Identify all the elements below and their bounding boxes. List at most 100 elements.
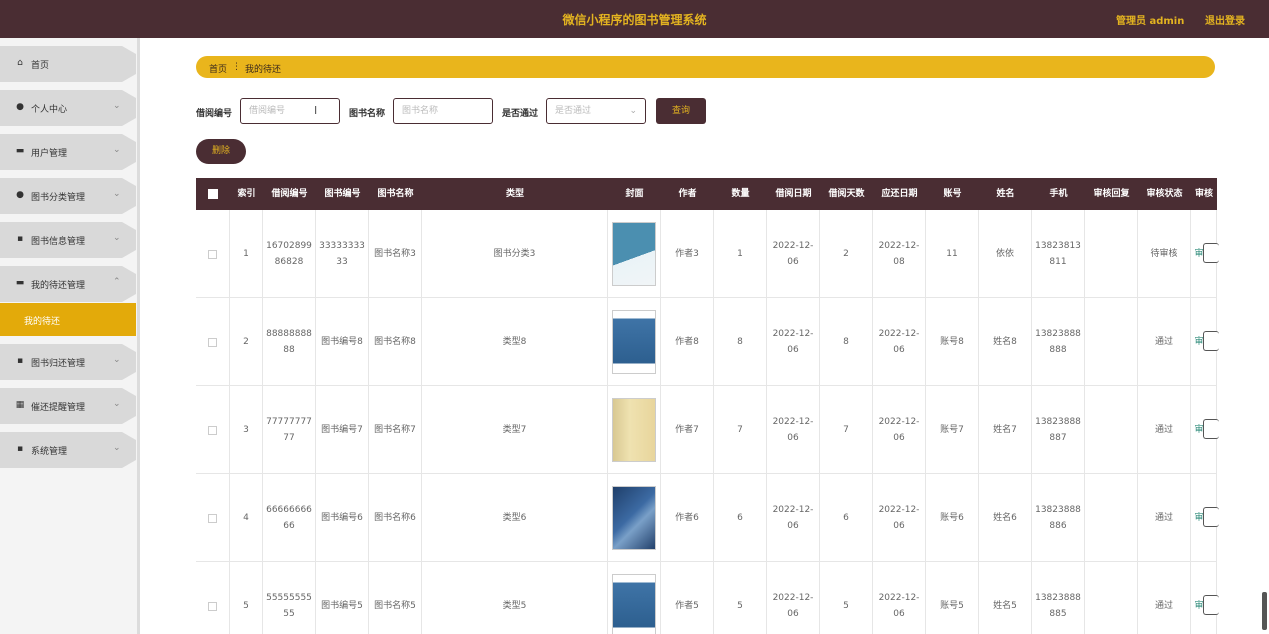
query-button[interactable]: 查询 bbox=[656, 98, 706, 124]
column-header: 图书名称 bbox=[377, 189, 414, 199]
select-all-checkbox[interactable] bbox=[208, 189, 218, 199]
breadcrumb-home[interactable]: 首页 bbox=[209, 62, 227, 75]
cell-reply bbox=[1085, 386, 1138, 474]
sidebar-item-3[interactable]: ● 图书分类管理 ⌄ bbox=[0, 178, 136, 214]
admin-label[interactable]: 管理员 admin bbox=[1116, 12, 1184, 27]
cell-phone: 13823888888 bbox=[1032, 298, 1085, 386]
cell-due_date: 2022-12-06 bbox=[873, 386, 926, 474]
cover-cell bbox=[608, 210, 661, 298]
column-header: 姓名 bbox=[996, 189, 1015, 199]
row-checkbox[interactable] bbox=[208, 425, 217, 435]
cell-idx: 1 bbox=[230, 210, 263, 298]
column-header: 图书编号 bbox=[324, 189, 361, 199]
cover-cell bbox=[608, 474, 661, 562]
cell-borrow_date: 2022-12-06 bbox=[767, 474, 820, 562]
sidebar-item-0[interactable]: ⌂ 首页 bbox=[0, 46, 136, 82]
cell-book_no: 图书编号5 bbox=[316, 562, 369, 634]
row-checkbox[interactable] bbox=[208, 249, 217, 259]
cell-days: 2 bbox=[820, 210, 873, 298]
text-cursor-icon: I bbox=[314, 104, 318, 117]
cell-qty: 8 bbox=[714, 298, 767, 386]
column-header: 借阅天数 bbox=[828, 189, 865, 199]
cell-days: 6 bbox=[820, 474, 873, 562]
sidebar-item-6[interactable]: ▪ 图书归还管理 ⌄ bbox=[0, 344, 136, 380]
cell-borrow_no: 6666666666 bbox=[263, 474, 316, 562]
sidebar-item-4[interactable]: ▪ 图书信息管理 ⌄ bbox=[0, 222, 136, 258]
cell-qty: 6 bbox=[714, 474, 767, 562]
borrow-no-input[interactable]: 借阅编号 I bbox=[240, 98, 340, 124]
clipboard-icon: ▪ bbox=[16, 356, 24, 366]
cell-borrow_date: 2022-12-06 bbox=[767, 562, 820, 634]
cell-due_date: 2022-12-08 bbox=[873, 210, 926, 298]
cover-cell bbox=[608, 298, 661, 386]
cell-days: 7 bbox=[820, 386, 873, 474]
cell-book_no: 图书编号7 bbox=[316, 386, 369, 474]
sidebar-item-7[interactable]: ▦ 催还提醒管理 ⌄ bbox=[0, 388, 136, 424]
cell-idx: 4 bbox=[230, 474, 263, 562]
sidebar-item-8[interactable]: ▪ 系统管理 ⌄ bbox=[0, 432, 136, 468]
table-row: 2 8888888888 图书编号8 图书名称8 类型8 作者8 8 2022-12-06 8 2… bbox=[196, 298, 1219, 386]
cell-author: 作者6 bbox=[661, 474, 714, 562]
sidebar-item-label: 图书信息管理 bbox=[31, 237, 86, 247]
column-header: 审核 bbox=[1194, 189, 1213, 199]
book-name-input[interactable]: 图书名称 bbox=[393, 98, 493, 124]
cell-due_date: 2022-12-06 bbox=[873, 298, 926, 386]
cell-status: 通过 bbox=[1138, 562, 1191, 634]
cell-phone: 13823888887 bbox=[1032, 386, 1085, 474]
sidebar-item-1[interactable]: ● 个人中心 ⌄ bbox=[0, 90, 136, 126]
scrollbar-thumb[interactable] bbox=[1262, 592, 1267, 630]
book-cover-image bbox=[612, 574, 656, 634]
row-action-button[interactable] bbox=[1203, 331, 1219, 351]
logout-link[interactable]: 退出登录 bbox=[1205, 12, 1245, 27]
cell-status: 通过 bbox=[1138, 298, 1191, 386]
cell-borrow_date: 2022-12-06 bbox=[767, 210, 820, 298]
column-header: 封面 bbox=[625, 189, 644, 199]
chevron-icon: ⌄ bbox=[113, 355, 121, 365]
cell-phone: 13823813811 bbox=[1032, 210, 1085, 298]
cell-borrow_date: 2022-12-06 bbox=[767, 298, 820, 386]
cell-reply bbox=[1085, 562, 1138, 634]
column-header: 账号 bbox=[943, 189, 962, 199]
passed-select[interactable]: 是否通过 ⌄ bbox=[546, 98, 646, 124]
sidebar-item-label: 首页 bbox=[31, 61, 50, 71]
cell-reply bbox=[1085, 210, 1138, 298]
cell-idx: 5 bbox=[230, 562, 263, 634]
table-row: 5 5555555555 图书编号5 图书名称5 类型5 作者5 5 2022-12-06 5 2… bbox=[196, 562, 1219, 634]
cell-borrow_no: 5555555555 bbox=[263, 562, 316, 634]
delete-button[interactable]: 删除 bbox=[196, 139, 246, 164]
column-header: 类型 bbox=[505, 189, 524, 199]
book-name-label: 图书名称 bbox=[349, 109, 386, 119]
table-header: 索引 借阅编号 图书编号 图书名称 类型 封面 作者 数量 借阅日期 借阅天数 应还日期 账号 姓名 手机… bbox=[196, 178, 1217, 210]
sidebar-subitem-my-returns[interactable]: 我的待还 bbox=[0, 303, 136, 336]
row-action-button[interactable] bbox=[1203, 243, 1219, 263]
cell-account: 账号8 bbox=[926, 298, 979, 386]
breadcrumb-separator: ⋮ bbox=[232, 62, 241, 72]
cell-author: 作者5 bbox=[661, 562, 714, 634]
cell-book_name: 图书名称6 bbox=[369, 474, 422, 562]
cell-book_name: 图书名称7 bbox=[369, 386, 422, 474]
cell-book_name: 图书名称3 bbox=[369, 210, 422, 298]
cover-cell bbox=[608, 386, 661, 474]
cell-idx: 3 bbox=[230, 386, 263, 474]
row-checkbox[interactable] bbox=[208, 337, 217, 347]
sidebar-item-5[interactable]: ▬ 我的待还管理 ⌃ bbox=[0, 266, 136, 302]
row-checkbox[interactable] bbox=[208, 513, 217, 523]
row-checkbox-cell bbox=[196, 298, 230, 386]
cell-book_no: 图书编号8 bbox=[316, 298, 369, 386]
cover-cell bbox=[608, 562, 661, 634]
cell-name: 姓名5 bbox=[979, 562, 1032, 634]
row-action-button[interactable] bbox=[1203, 595, 1219, 615]
chevron-icon: ⌄ bbox=[113, 443, 121, 453]
sidebar-item-label: 系统管理 bbox=[31, 447, 68, 457]
cell-type: 类型6 bbox=[422, 474, 608, 562]
cell-phone: 13823888885 bbox=[1032, 562, 1085, 634]
table-row: 3 7777777777 图书编号7 图书名称7 类型7 作者7 7 2022-12-06 7 2… bbox=[196, 386, 1219, 474]
row-checkbox[interactable] bbox=[208, 601, 217, 611]
chevron-icon: ⌄ bbox=[113, 233, 121, 243]
cell-account: 账号6 bbox=[926, 474, 979, 562]
row-action-button[interactable] bbox=[1203, 507, 1219, 527]
breadcrumb-current: 我的待还 bbox=[245, 65, 282, 75]
row-action-button[interactable] bbox=[1203, 419, 1219, 439]
sidebar-item-2[interactable]: ▬ 用户管理 ⌄ bbox=[0, 134, 136, 170]
row-checkbox-cell bbox=[196, 386, 230, 474]
